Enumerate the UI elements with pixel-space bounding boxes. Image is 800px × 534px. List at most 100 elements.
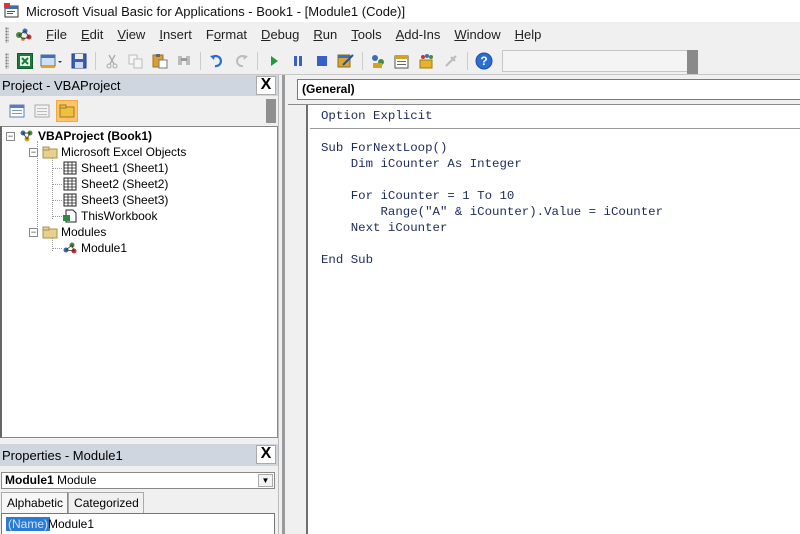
project-toolbar-overflow[interactable] <box>266 99 276 123</box>
tree-connector <box>52 248 62 249</box>
menu-view[interactable]: View <box>110 27 152 42</box>
menu-insert[interactable]: Insert <box>152 27 199 42</box>
run-button[interactable] <box>264 51 284 71</box>
toolbar-options-button[interactable] <box>687 49 698 74</box>
tree-item-modules[interactable]: − Modules <box>29 224 106 240</box>
menu-format[interactable]: Format <box>199 27 254 42</box>
pane-splitter[interactable] <box>278 75 287 534</box>
tree-item-label: Modules <box>61 225 107 239</box>
design-mode-button[interactable] <box>336 51 356 71</box>
paste-button[interactable] <box>150 51 170 71</box>
module-icon <box>62 241 78 255</box>
tree-item-excel-objects[interactable]: − Microsoft Excel Objects <box>29 144 186 160</box>
menu-edit[interactable]: Edit <box>74 27 110 42</box>
tab-alphabetic[interactable]: Alphabetic <box>1 492 69 513</box>
redo-button[interactable] <box>231 51 251 71</box>
worksheet-icon <box>62 193 78 207</box>
object-browser-button[interactable] <box>417 51 437 71</box>
standard-toolbar: ? <box>0 47 800 75</box>
find-button[interactable] <box>174 51 194 71</box>
project-pane-close-button[interactable]: X <box>256 76 276 95</box>
property-value[interactable]: Module1 <box>48 517 94 531</box>
help-button[interactable]: ? <box>474 51 494 71</box>
folder-icon <box>42 145 58 159</box>
menu-tools[interactable]: Tools <box>344 27 388 42</box>
collapse-toggle[interactable]: − <box>6 131 15 141</box>
toolbar-grip[interactable] <box>5 52 9 69</box>
chevron-down-icon[interactable]: ▼ <box>258 474 273 487</box>
reset-button[interactable] <box>312 51 332 71</box>
view-object-button[interactable] <box>31 100 53 122</box>
margin-indicator-bar[interactable] <box>288 105 308 534</box>
project-pane-header: Project - VBAProject X <box>0 75 278 96</box>
menu-debug[interactable]: Debug <box>254 27 306 42</box>
tab-categorized[interactable]: Categorized <box>68 492 144 513</box>
collapse-toggle[interactable]: − <box>29 147 38 157</box>
copy-button[interactable] <box>126 51 146 71</box>
tree-item-label: ThisWorkbook <box>81 209 158 223</box>
tree-connector <box>52 216 62 217</box>
object-type: Module <box>57 473 97 487</box>
property-name[interactable]: (Name) <box>6 517 51 531</box>
collapse-toggle[interactable]: − <box>29 227 38 237</box>
toggle-folders-button[interactable] <box>56 100 78 122</box>
tree-item-sheet3[interactable]: Sheet3 (Sheet3) <box>62 192 168 208</box>
tree-item-label: Sheet1 (Sheet1) <box>81 161 169 175</box>
reset-icon <box>317 55 327 66</box>
worksheet-icon <box>62 161 78 175</box>
cut-button[interactable] <box>102 51 122 71</box>
view-excel-button[interactable] <box>15 51 35 71</box>
project-explorer-button[interactable] <box>369 51 389 71</box>
undo-button[interactable] <box>207 51 227 71</box>
menu-file[interactable]: File <box>39 27 74 42</box>
code-editor[interactable]: Option Explicit Sub ForNextLoop() Dim iC… <box>288 104 800 534</box>
object-selector[interactable]: Module1 Module ▼ <box>1 472 275 489</box>
save-button[interactable] <box>69 51 89 71</box>
tree-item-label: Sheet3 (Sheet3) <box>81 193 169 207</box>
menu-add-ins[interactable]: Add-Ins <box>389 27 448 42</box>
code-lines: Option Explicit Sub ForNextLoop() Dim iC… <box>321 108 663 268</box>
code-line: End Sub <box>321 253 374 267</box>
workbook-icon <box>62 209 78 223</box>
properties-pane-header: Properties - Module1 X <box>0 444 278 466</box>
tree-item-module1[interactable]: Module1 <box>62 240 127 256</box>
tree-item-label: VBAProject (Book1) <box>38 129 153 143</box>
toolbox-button[interactable] <box>441 51 461 71</box>
position-field[interactable] <box>502 49 698 74</box>
undo-icon <box>210 54 222 67</box>
view-object-icon <box>34 104 50 118</box>
tree-connector <box>52 200 62 201</box>
menu-bar: File Edit View Insert Format Debug Run T… <box>0 23 800 46</box>
tree-item-vbaproject[interactable]: − VBAProject (Book1) <box>6 128 152 144</box>
paste-icon <box>152 53 168 68</box>
object-combo[interactable]: (General) <box>297 79 800 100</box>
break-button[interactable] <box>288 51 308 71</box>
tree-item-thisworkbook[interactable]: ThisWorkbook <box>62 208 157 224</box>
worksheet-icon <box>62 177 78 191</box>
properties-pane-close-button[interactable]: X <box>256 445 276 464</box>
view-code-button[interactable] <box>6 100 28 122</box>
properties-window-button[interactable] <box>393 51 413 71</box>
project-pane-title: Project - VBAProject <box>2 78 121 93</box>
code-line: Sub ForNextLoop() <box>321 141 448 155</box>
insert-userform-button[interactable] <box>39 51 65 71</box>
insert-userform-icon <box>40 54 62 68</box>
properties-tabs: Alphabetic Categorized <box>1 492 144 513</box>
svg-text:?: ? <box>480 54 487 68</box>
tree-connector <box>52 168 62 169</box>
menu-run[interactable]: Run <box>306 27 344 42</box>
project-tree: − VBAProject (Book1) − Microsoft Excel O… <box>0 126 278 438</box>
menubar-grip[interactable] <box>5 26 9 43</box>
menu-window[interactable]: Window <box>447 27 507 42</box>
toolbox-icon <box>445 54 457 67</box>
menu-help[interactable]: Help <box>508 27 549 42</box>
properties-pane-title: Properties - Module1 <box>2 447 123 463</box>
tree-item-sheet2[interactable]: Sheet2 (Sheet2) <box>62 176 168 192</box>
tree-item-sheet1[interactable]: Sheet1 (Sheet1) <box>62 160 168 176</box>
toolbar-separator <box>200 51 201 70</box>
toolbar-separator <box>257 51 258 70</box>
object-name: Module1 <box>5 473 54 487</box>
vbe-menu-icon[interactable] <box>13 26 35 44</box>
